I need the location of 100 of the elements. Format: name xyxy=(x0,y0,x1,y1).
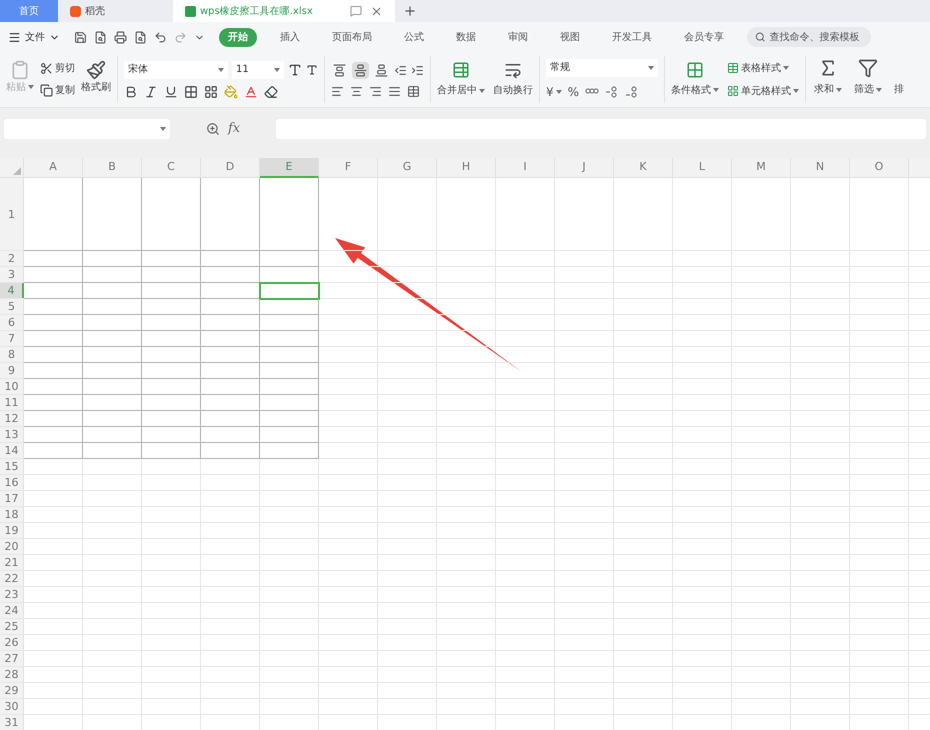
font-size-field[interactable]: 11 xyxy=(232,60,284,78)
row-header[interactable]: 9 xyxy=(0,363,24,378)
grid-cell[interactable] xyxy=(142,299,201,315)
select-all-corner[interactable] xyxy=(0,158,24,178)
row-header[interactable]: 22 xyxy=(0,571,24,586)
grid-cell[interactable] xyxy=(83,411,142,427)
row-header[interactable]: 8 xyxy=(0,347,24,362)
grid-cell[interactable] xyxy=(142,379,201,395)
brush-icon[interactable] xyxy=(86,60,106,80)
indent-decrease-icon[interactable] xyxy=(394,64,407,76)
menu-tab[interactable]: 开发工具 xyxy=(603,28,661,46)
column-header[interactable]: L xyxy=(673,158,732,178)
redo-icon[interactable] xyxy=(174,30,187,44)
zoom-icon[interactable] xyxy=(206,122,220,136)
grid-cell[interactable] xyxy=(24,251,83,267)
grid-cell[interactable] xyxy=(24,267,83,283)
grid-cell[interactable] xyxy=(201,411,260,427)
undo-icon[interactable] xyxy=(154,30,167,44)
grid-cell[interactable] xyxy=(24,331,83,347)
grid-cell[interactable] xyxy=(24,395,83,411)
home-tab[interactable]: 首页 xyxy=(0,0,58,22)
menu-tab[interactable]: 公式 xyxy=(395,28,433,46)
column-header[interactable]: E xyxy=(260,158,319,178)
grid-cell[interactable] xyxy=(201,178,260,251)
document-icon[interactable] xyxy=(94,30,107,44)
print-preview-icon[interactable] xyxy=(134,30,147,44)
row-header[interactable]: 12 xyxy=(0,411,24,426)
copy-button[interactable]: 复制 xyxy=(40,82,75,100)
row-header[interactable]: 23 xyxy=(0,587,24,602)
grid-cell[interactable] xyxy=(83,299,142,315)
merge-center-button[interactable]: 合并居中 xyxy=(437,83,485,98)
column-header[interactable]: A xyxy=(24,158,83,178)
row-header[interactable]: 14 xyxy=(0,443,24,458)
wrap-text-button[interactable]: 自动换行 xyxy=(493,83,533,98)
vertical-align-button[interactable] xyxy=(331,62,348,78)
menu-tab[interactable]: 审阅 xyxy=(499,28,537,46)
file-tab[interactable]: wps橡皮擦工具在哪.xlsx xyxy=(173,0,395,22)
font-name-field[interactable]: 宋体 xyxy=(124,60,228,78)
clipboard-icon[interactable] xyxy=(10,60,30,80)
search-field[interactable]: 查找命令、搜索模板 xyxy=(747,27,871,47)
grid-cell[interactable] xyxy=(260,411,319,427)
row-header[interactable]: 21 xyxy=(0,555,24,570)
grid-cell[interactable] xyxy=(201,395,260,411)
row-header[interactable]: 7 xyxy=(0,331,24,346)
grid-cell[interactable] xyxy=(83,395,142,411)
grid-cell[interactable] xyxy=(201,379,260,395)
column-header[interactable]: B xyxy=(83,158,142,178)
grid-cell[interactable] xyxy=(260,251,319,267)
row-header[interactable]: 4 xyxy=(0,283,24,298)
row-header[interactable]: 25 xyxy=(0,619,24,634)
align-center-icon[interactable] xyxy=(350,84,363,98)
row-header[interactable]: 5 xyxy=(0,299,24,314)
indent-increase-icon[interactable] xyxy=(411,64,424,76)
grid-cell[interactable] xyxy=(142,427,201,443)
grid-cell[interactable] xyxy=(142,411,201,427)
grid-cell[interactable] xyxy=(260,363,319,379)
vertical-align-button[interactable] xyxy=(352,62,369,78)
row-header[interactable]: 2 xyxy=(0,251,24,266)
grid-cell[interactable] xyxy=(142,347,201,363)
grid-cell[interactable] xyxy=(260,395,319,411)
currency-button[interactable]: ¥ xyxy=(546,82,562,100)
row-header[interactable]: 19 xyxy=(0,523,24,538)
row-header[interactable]: 28 xyxy=(0,667,24,682)
grid-cell[interactable] xyxy=(201,251,260,267)
cell-style-button[interactable]: 单元格样式 xyxy=(727,84,799,98)
column-header[interactable]: F xyxy=(319,158,378,178)
grid-cell[interactable] xyxy=(83,443,142,459)
conditional-format-icon[interactable] xyxy=(686,60,704,78)
fill-pattern-icon[interactable] xyxy=(204,84,218,98)
row-header[interactable]: 29 xyxy=(0,683,24,698)
menu-tab[interactable]: 插入 xyxy=(271,28,309,46)
wrap-text-icon[interactable] xyxy=(504,61,522,79)
grid-cell[interactable] xyxy=(24,411,83,427)
grid-cell[interactable] xyxy=(83,283,142,299)
grid-cell[interactable] xyxy=(24,443,83,459)
grid-cell[interactable] xyxy=(83,427,142,443)
grid-cell[interactable] xyxy=(201,363,260,379)
grid-cell[interactable] xyxy=(83,178,142,251)
grid-cell[interactable] xyxy=(142,331,201,347)
row-header[interactable]: 26 xyxy=(0,635,24,650)
close-icon[interactable] xyxy=(370,4,383,18)
underline-icon[interactable] xyxy=(164,84,178,98)
filter-icon[interactable] xyxy=(858,58,878,78)
paint-bucket-icon[interactable] xyxy=(224,84,238,98)
column-header[interactable]: K xyxy=(614,158,673,178)
grid-cell[interactable] xyxy=(83,315,142,331)
column-header[interactable]: I xyxy=(496,158,555,178)
menu-tab[interactable]: 会员专享 xyxy=(675,28,733,46)
grid-cell[interactable] xyxy=(260,331,319,347)
conditional-format-button[interactable]: 条件格式 xyxy=(671,82,719,98)
decrease-font-icon[interactable] xyxy=(306,64,318,76)
save-icon[interactable] xyxy=(74,30,87,44)
grid-cell[interactable] xyxy=(24,379,83,395)
row-header[interactable]: 11 xyxy=(0,395,24,410)
grid-cell[interactable] xyxy=(83,363,142,379)
column-header[interactable]: J xyxy=(555,158,614,178)
increase-font-icon[interactable] xyxy=(288,62,302,76)
grid-cell[interactable] xyxy=(260,299,319,315)
grid-cell[interactable] xyxy=(83,251,142,267)
grid-cell[interactable] xyxy=(142,395,201,411)
